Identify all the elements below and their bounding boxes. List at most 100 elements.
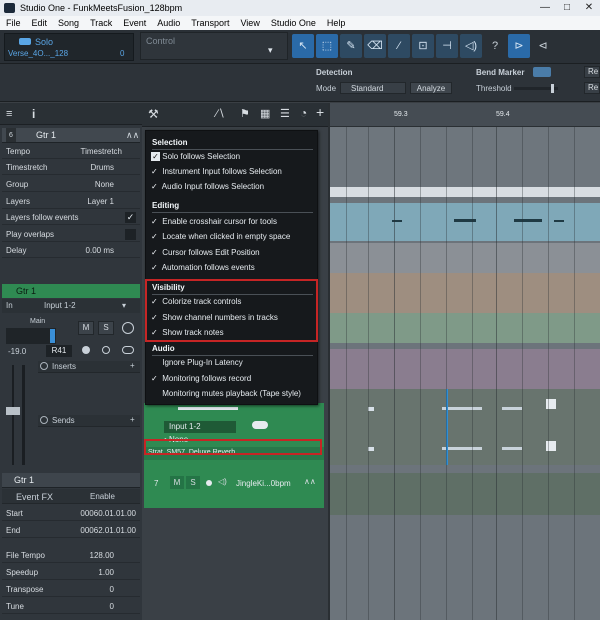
- menu-help[interactable]: Help: [327, 16, 346, 30]
- delay-row[interactable]: Delay 0.00 ms: [2, 243, 140, 258]
- menu-edit[interactable]: Edit: [32, 16, 48, 30]
- track-7-solo[interactable]: S: [186, 476, 200, 489]
- arrow-tool-icon[interactable]: ↖: [292, 34, 314, 58]
- bend-tool-icon[interactable]: ⊣: [436, 34, 458, 58]
- track-7-monitor-icon[interactable]: ◁): [218, 477, 227, 486]
- solo-button[interactable]: S: [98, 321, 114, 335]
- sends-power-icon[interactable]: [40, 416, 48, 424]
- menu-monitoring-follows-record[interactable]: ✓ Monitoring follows record: [151, 374, 251, 383]
- tune-row[interactable]: Tune 0: [2, 599, 140, 614]
- speedup-row[interactable]: Speedup 1.00: [2, 565, 140, 580]
- menu-monitoring-mutes-playback[interactable]: Monitoring mutes playback (Tape style): [151, 389, 301, 398]
- track-volume-bar[interactable]: [178, 407, 238, 410]
- list-icon[interactable]: ☰: [280, 107, 290, 120]
- transpose-row[interactable]: Transpose 0: [2, 582, 140, 597]
- menu-view[interactable]: View: [240, 16, 259, 30]
- pencil-tool-icon[interactable]: ✎: [340, 34, 362, 58]
- bend-marker-toggle[interactable]: [533, 67, 551, 77]
- checkbox-solo-follows[interactable]: ✓: [151, 152, 160, 161]
- inspector-track-header[interactable]: 6 Gtr 1 ∧∧: [2, 128, 140, 143]
- event-header[interactable]: Gtr 1: [2, 473, 140, 488]
- add-send-icon[interactable]: +: [130, 415, 135, 424]
- track-7-mute[interactable]: M: [170, 476, 184, 489]
- menu-audio[interactable]: Audio: [157, 16, 180, 30]
- zoom-icon[interactable]: ⊲: [532, 34, 554, 58]
- track-7-record-icon[interactable]: [206, 480, 212, 486]
- menu-file[interactable]: File: [6, 16, 21, 30]
- mute-button[interactable]: M: [78, 321, 94, 335]
- mode-select[interactable]: Standard: [340, 82, 406, 94]
- timestretch-row[interactable]: Timestretch Drums: [2, 160, 140, 175]
- layers-follow-events-checkbox[interactable]: ✓: [125, 212, 136, 223]
- volume-value: -19.0: [8, 347, 27, 356]
- help-icon[interactable]: ?: [484, 34, 506, 58]
- input-row[interactable]: In Input 1-2 ▾: [2, 299, 140, 313]
- minimize-button[interactable]: —: [534, 0, 556, 16]
- monitor-knob-icon[interactable]: [122, 322, 134, 334]
- fader-track: [12, 365, 14, 465]
- pan-value[interactable]: R41: [46, 345, 72, 357]
- menu-track[interactable]: Track: [90, 16, 112, 30]
- menu-automation-follows-events[interactable]: ✓ Automation follows events: [151, 263, 255, 272]
- event-fx-enable-button[interactable]: Enable: [90, 492, 115, 501]
- menu-transport[interactable]: Transport: [191, 16, 229, 30]
- menu-icon[interactable]: ≡: [6, 108, 12, 120]
- control-dropdown-icon[interactable]: ▾: [268, 45, 273, 56]
- menu-studio-one[interactable]: Studio One: [271, 16, 316, 30]
- end-row[interactable]: End 00062.01.01.00: [2, 523, 140, 538]
- track-input-select[interactable]: Input 1-2: [164, 421, 236, 433]
- monitor-icon[interactable]: [102, 346, 110, 354]
- record-icon[interactable]: [82, 346, 90, 354]
- tempo-row[interactable]: Tempo Timestretch: [2, 144, 140, 159]
- paint-tool-icon[interactable]: ⁄: [388, 34, 410, 58]
- ruler[interactable]: 59.3 59.4: [328, 103, 600, 127]
- layers-row[interactable]: Layers Layer 1: [2, 194, 140, 209]
- layers-follow-events-row[interactable]: Layers follow events ✓: [2, 210, 140, 225]
- menu-audio-input-follows[interactable]: ✓ Audio Input follows Selection: [151, 182, 264, 191]
- add-track-icon[interactable]: +: [316, 104, 324, 120]
- re-button-bottom[interactable]: Re: [584, 82, 600, 94]
- menu-ignore-plugin-latency[interactable]: Ignore Plug-In Latency: [151, 358, 243, 367]
- info-icon[interactable]: i: [32, 107, 35, 121]
- input-dropdown-icon[interactable]: ▾: [122, 301, 126, 310]
- file-tempo-row[interactable]: File Tempo 128.00: [2, 548, 140, 563]
- close-button[interactable]: ✕: [578, 0, 600, 16]
- start-row[interactable]: Start 00060.01.01.00: [2, 506, 140, 521]
- eraser-tool-icon[interactable]: ⌫: [364, 34, 386, 58]
- group-row[interactable]: Group None: [2, 177, 140, 192]
- automation-icon[interactable]: ∕∖: [216, 107, 225, 120]
- menu-instrument-input-follows[interactable]: ✓ Instrument Input follows Selection: [151, 167, 282, 176]
- threshold-slider-handle[interactable]: [551, 84, 554, 93]
- snap-icon[interactable]: ⊳: [508, 34, 530, 58]
- sends-header[interactable]: Sends +: [38, 415, 140, 427]
- menu-solo-follows-selection[interactable]: ✓ Solo follows Selection: [151, 152, 240, 161]
- playhead-start: [328, 103, 330, 620]
- mode-label: Mode: [316, 84, 337, 93]
- menu-song[interactable]: Song: [58, 16, 79, 30]
- flag-icon[interactable]: ⚑: [240, 107, 250, 120]
- play-overlaps-checkbox[interactable]: [125, 229, 136, 240]
- menu-locate-empty-space[interactable]: ✓ Locate when clicked in empty space: [151, 232, 290, 241]
- listen-tool-icon[interactable]: ◁): [460, 34, 482, 58]
- wrench-icon[interactable]: ⚒: [148, 107, 159, 121]
- play-overlaps-row[interactable]: Play overlaps: [2, 227, 140, 242]
- input-monitor-icon[interactable]: [122, 346, 134, 354]
- menu-cursor-follows-edit[interactable]: ✓ Cursor follows Edit Position: [151, 248, 260, 257]
- re-button-top[interactable]: Re: [584, 66, 600, 78]
- solo-panel[interactable]: Solo Verse_4O..._128 0: [4, 33, 134, 61]
- volume-fader[interactable]: [6, 407, 20, 415]
- track-monitor-toggle[interactable]: [252, 421, 268, 429]
- menu-event[interactable]: Event: [123, 16, 146, 30]
- clock-icon[interactable]: ◔: [300, 106, 307, 120]
- channel-header[interactable]: Gtr 1: [2, 284, 140, 298]
- maximize-button[interactable]: □: [556, 0, 578, 16]
- track-7-header[interactable]: 7 M S ◁) JingleKi...0bpm ∧∧: [144, 468, 324, 508]
- add-insert-icon[interactable]: +: [130, 361, 135, 370]
- range-tool-icon[interactable]: ⬚: [316, 34, 338, 58]
- analyze-button[interactable]: Analyze: [410, 82, 452, 94]
- grid-icon[interactable]: ▦: [260, 107, 270, 120]
- menu-enable-crosshair[interactable]: ✓ Enable crosshair cursor for tools: [151, 217, 277, 226]
- inserts-header[interactable]: Inserts +: [38, 361, 140, 373]
- inserts-power-icon[interactable]: [40, 362, 48, 370]
- split-tool-icon[interactable]: ⊡: [412, 34, 434, 58]
